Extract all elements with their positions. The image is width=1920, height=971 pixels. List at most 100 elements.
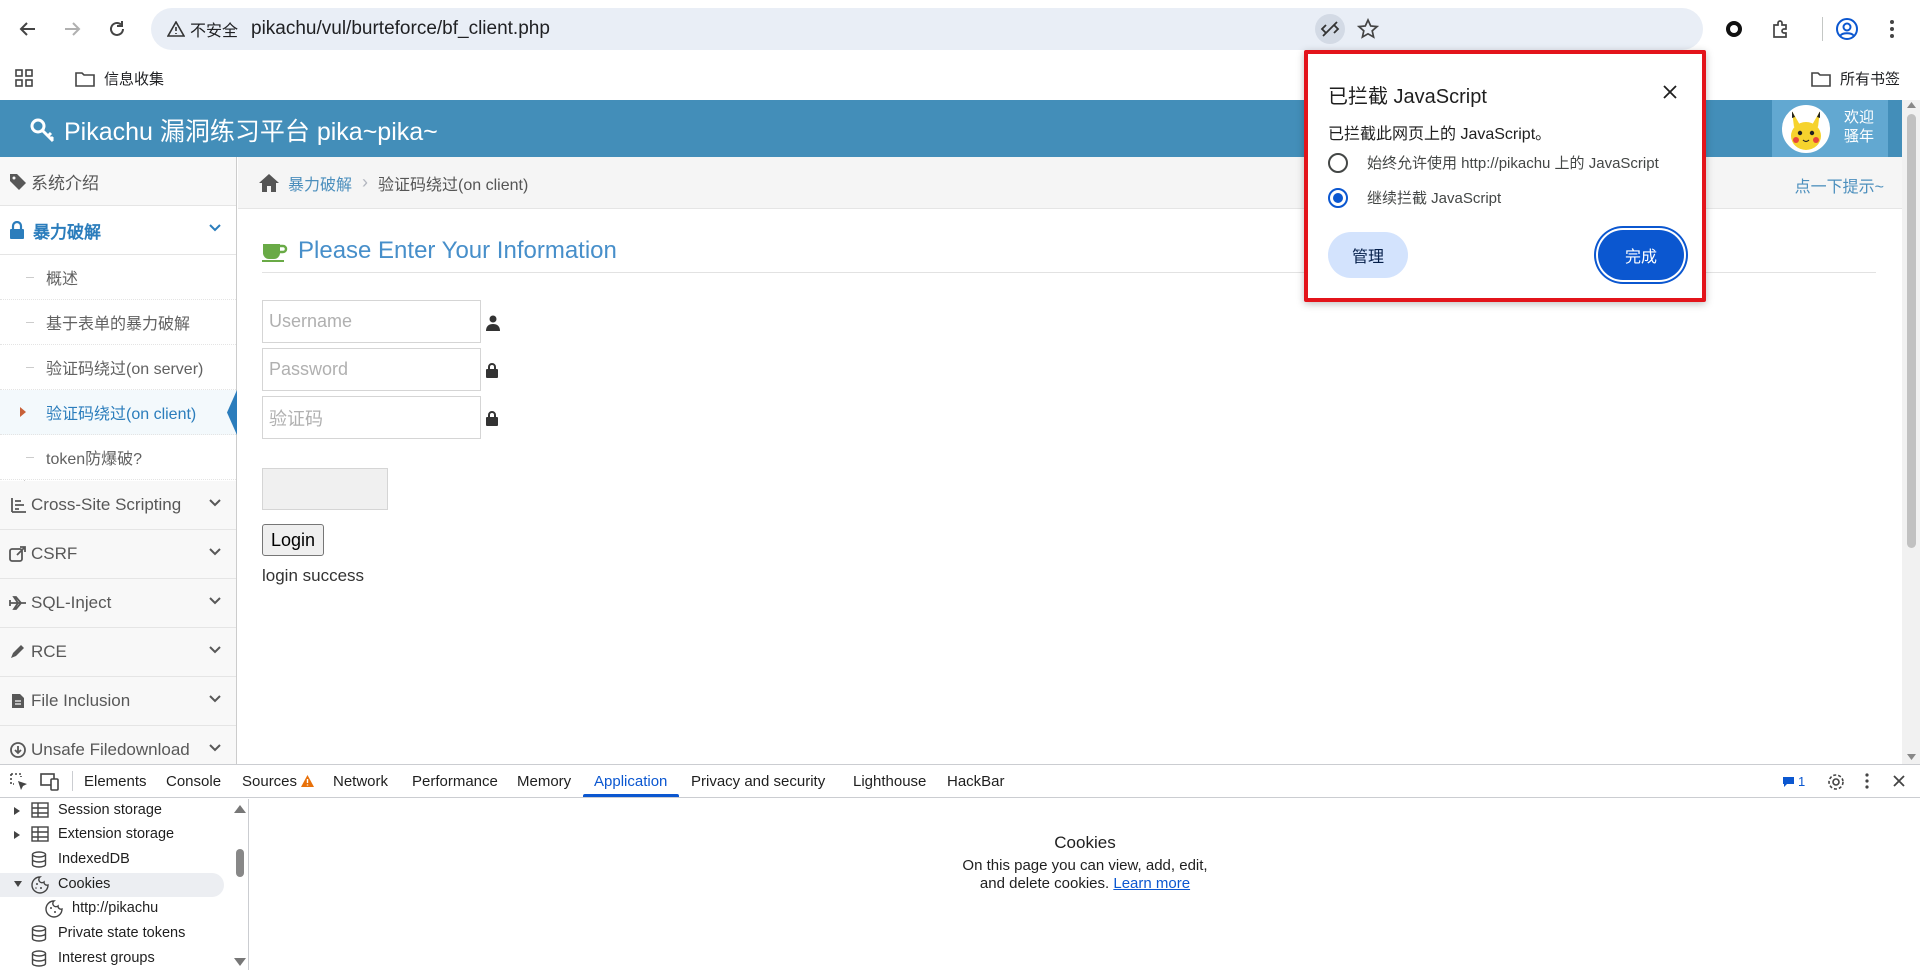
sidebar-item-bruteforce[interactable]: 暴力破解 [0, 206, 236, 255]
extensions-menu-button[interactable] [1765, 13, 1797, 45]
radio-keep-blocking[interactable]: 继续拦截 JavaScript [1328, 187, 1501, 208]
radio-label: 始终允许使用 http://pikachu 上的 JavaScript [1367, 155, 1659, 172]
username-input[interactable]: Username [262, 300, 481, 343]
all-bookmarks-label: 所有书签 [1840, 71, 1901, 88]
chevron-down-icon [209, 548, 221, 556]
message-icon [1783, 776, 1794, 787]
tab-application[interactable]: Application [594, 773, 667, 790]
sidebar-item-file-inclusion[interactable]: File Inclusion [0, 677, 236, 726]
apps-button[interactable] [14, 68, 34, 88]
captcha-image[interactable] [262, 468, 388, 510]
tab-memory[interactable]: Memory [517, 773, 571, 790]
tags-icon [10, 174, 26, 190]
submenu-item-form-bruteforce[interactable]: 基于表单的暴力破解 [0, 300, 236, 345]
sidebar-item-sqli[interactable]: SQL-Inject [0, 579, 236, 628]
tree-scrollbar[interactable] [232, 799, 248, 970]
bookmark-star-button[interactable] [1357, 18, 1379, 40]
url-text[interactable]: pikachu/vul/burteforce/bf_client.php [251, 18, 550, 40]
sidebar-item-csrf[interactable]: CSRF [0, 530, 236, 579]
bookmark-folder-info[interactable]: 信息收集 [74, 68, 164, 89]
scroll-up-icon[interactable] [1907, 102, 1916, 108]
tab-elements[interactable]: Elements [84, 773, 147, 790]
tree-item-private-state-tokens[interactable]: Private state tokens [0, 922, 224, 946]
sidebar-item-label: Cross-Site Scripting [31, 495, 182, 514]
js-blocked-indicator[interactable] [1315, 14, 1345, 44]
sidebar-item-xss[interactable]: Cross-Site Scripting [0, 481, 236, 530]
extension-button[interactable] [1718, 13, 1750, 45]
password-input[interactable]: Password [262, 348, 481, 391]
breadcrumb-link[interactable]: 暴力破解 [288, 171, 352, 195]
tree-item-session-storage[interactable]: Session storage [0, 799, 224, 823]
devtools-panel: Elements Console Sources Network Perform… [0, 764, 1920, 971]
sidebar-item-label: SQL-Inject [31, 593, 112, 612]
captcha-input[interactable]: 验证码 [262, 396, 481, 439]
site-title[interactable]: Pikachu 漏洞练习平台 pika~pika~ [30, 112, 438, 148]
page-scrollbar[interactable] [1902, 100, 1920, 764]
inspect-element-icon[interactable] [10, 773, 28, 791]
login-status-message: login success [262, 566, 365, 585]
security-chip[interactable]: 不安全 [159, 15, 246, 43]
submenu-item-token[interactable]: token防爆破? [0, 435, 236, 480]
back-button[interactable] [12, 13, 44, 45]
sidebar-item-unsafe-download[interactable]: Unsafe Filedownload [0, 726, 236, 764]
hint-link[interactable]: 点一下提示~ [1795, 173, 1884, 197]
star-icon [1357, 18, 1379, 39]
sidebar-item-rce[interactable]: RCE [0, 628, 236, 677]
manage-button[interactable]: 管理 [1328, 232, 1408, 278]
submenu-item-captcha-server[interactable]: 验证码绕过(on server) [0, 345, 236, 390]
tab-hackbar[interactable]: HackBar [947, 773, 1005, 790]
dialog-close-button[interactable] [1658, 80, 1682, 104]
sidebar-item-intro[interactable]: 系统介绍 [0, 157, 236, 206]
tree-item-label: Cookies [58, 876, 111, 892]
tree-item-cookies-pikachu[interactable]: http://pikachu [0, 897, 224, 921]
tab-lighthouse[interactable]: Lighthouse [853, 773, 926, 790]
reload-button[interactable] [101, 13, 133, 45]
active-tab-indicator [583, 794, 679, 797]
submenu-dash [26, 322, 34, 323]
scroll-up-icon[interactable] [234, 805, 246, 813]
profile-button[interactable] [1831, 13, 1863, 45]
tree-item-indexeddb[interactable]: IndexedDB [0, 848, 224, 872]
radio-allow-js[interactable]: 始终允许使用 http://pikachu 上的 JavaScript [1328, 152, 1659, 173]
browser-menu-button[interactable] [1876, 13, 1908, 45]
forward-button[interactable] [56, 13, 88, 45]
done-button[interactable]: 完成 [1598, 230, 1684, 280]
cookie-icon [45, 900, 63, 918]
issues-count: 1 [1798, 774, 1806, 789]
login-button[interactable]: Login [262, 524, 325, 556]
address-bar[interactable]: 不安全 pikachu/vul/burteforce/bf_client.php [151, 8, 1703, 50]
scrollbar-thumb[interactable] [236, 849, 244, 877]
tree-item-extension-storage[interactable]: Extension storage [0, 823, 224, 847]
pencil-icon [11, 645, 24, 658]
issues-badge[interactable]: 1 [1782, 774, 1805, 789]
submenu-item-overview[interactable]: 概述 [0, 255, 236, 300]
folder-icon [1811, 71, 1831, 87]
scroll-down-icon[interactable] [234, 958, 246, 966]
download-icon [10, 742, 26, 758]
tab-console[interactable]: Console [166, 773, 221, 790]
tab-performance[interactable]: Performance [412, 773, 498, 790]
tab-privacy-security[interactable]: Privacy and security [691, 773, 825, 790]
device-toolbar-icon[interactable] [40, 773, 60, 791]
radio-button-checked[interactable] [1328, 187, 1348, 208]
cookies-panel: Cookies On this page you can view, add, … [250, 799, 1920, 970]
radio-button[interactable] [1328, 152, 1348, 173]
kebab-menu-icon[interactable] [1865, 773, 1869, 789]
file-icon [12, 694, 24, 708]
scroll-down-icon[interactable] [1907, 754, 1916, 760]
js-blocked-dialog: 已拦截 JavaScript 已拦截此网页上的 JavaScript。 始终允许… [1304, 50, 1706, 302]
learn-more-link[interactable]: Learn more [1113, 875, 1190, 892]
tree-item-cookies[interactable]: Cookies [0, 873, 224, 897]
tree-item-interest-groups[interactable]: Interest groups [0, 947, 224, 971]
user-menu[interactable]: 欢迎 骚年 [1772, 100, 1888, 157]
submenu-dash [26, 457, 34, 458]
home-icon[interactable] [258, 173, 280, 193]
tab-sources[interactable]: Sources [242, 773, 315, 790]
close-icon[interactable] [1892, 774, 1906, 788]
settings-gear-icon[interactable] [1827, 773, 1845, 791]
all-bookmarks-button[interactable]: 所有书签 [1810, 68, 1900, 89]
scrollbar-thumb[interactable] [1907, 114, 1916, 548]
plane-icon [9, 596, 26, 610]
submenu-item-captcha-client[interactable]: 验证码绕过(on client) [0, 390, 237, 435]
tab-network[interactable]: Network [333, 773, 388, 790]
